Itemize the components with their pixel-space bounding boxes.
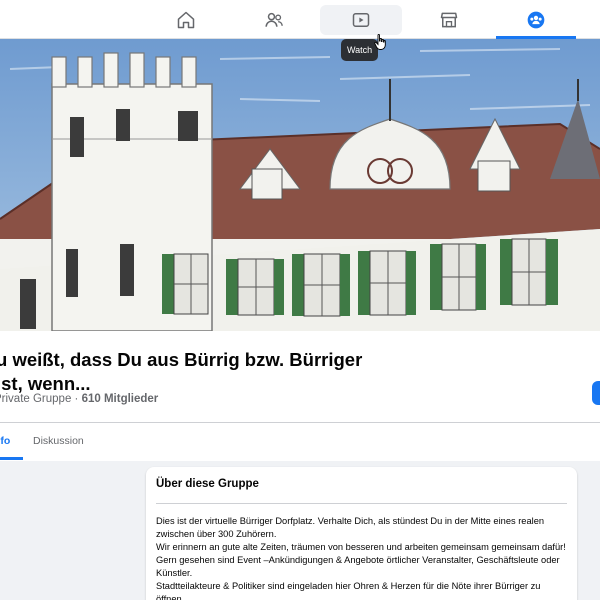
tab-discussion[interactable]: Diskussion: [33, 435, 84, 447]
home-icon: [177, 11, 195, 29]
top-navigation-bar: [0, 0, 600, 39]
member-count[interactable]: 610 Mitglieder: [82, 393, 159, 405]
about-card-divider: [156, 503, 567, 504]
tab-info[interactable]: nfo: [0, 435, 10, 447]
meta-separator: ·: [71, 393, 82, 405]
groups-icon: [527, 11, 545, 29]
watch-tooltip: Watch: [341, 39, 379, 61]
group-cover-image: [0, 39, 600, 331]
nav-tab-watch[interactable]: [320, 5, 402, 35]
watch-icon: [352, 13, 370, 27]
group-header: u weißt, dass Du aus Bürrig bzw. Bürrige…: [0, 331, 600, 461]
group-meta: Private Gruppe · 610 Mitglieder: [0, 393, 158, 405]
castle-painting: [0, 39, 600, 331]
about-paragraph: Wir erinnern an gute alte Zeiten, träume…: [156, 542, 566, 578]
marketplace-icon: [440, 12, 458, 28]
page: Watch u weißt, dass Du aus Bürrig bzw. B…: [0, 0, 600, 600]
nav-tab-marketplace[interactable]: [408, 5, 490, 35]
nav-tab-groups[interactable]: [495, 5, 577, 35]
header-divider: [0, 422, 600, 423]
friends-icon: [265, 12, 283, 27]
group-privacy: Private Gruppe: [0, 393, 72, 405]
nav-tab-friends[interactable]: [233, 5, 315, 35]
join-group-button[interactable]: [592, 381, 600, 405]
tab-info-active-indicator: [0, 457, 23, 460]
hand-cursor-icon: [374, 34, 386, 50]
group-title: u weißt, dass Du aus Bürrig bzw. Bürrige…: [0, 349, 363, 394]
about-description: Dies ist der virtuelle Bürriger Dorfplat…: [156, 515, 568, 600]
about-group-card: Über diese Gruppe Dies ist der virtuelle…: [146, 467, 577, 600]
about-paragraph: Dies ist der virtuelle Bürriger Dorfplat…: [156, 516, 545, 539]
about-paragraph: Stadtteilakteure & Politiker sind eingel…: [156, 581, 541, 600]
nav-tab-home[interactable]: [145, 5, 227, 35]
about-card-title: Über diese Gruppe: [156, 478, 259, 490]
